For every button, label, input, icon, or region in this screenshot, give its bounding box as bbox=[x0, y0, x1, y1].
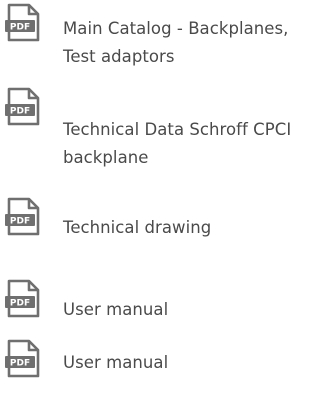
document-download-list: PDF Main Catalog - Backplanes, Test adap… bbox=[0, 0, 321, 396]
pdf-file-icon: PDF bbox=[5, 279, 40, 318]
document-link-user-manual-1[interactable]: PDF User manual bbox=[0, 278, 321, 334]
pdf-icon-text: PDF bbox=[10, 107, 30, 117]
document-link-main-catalog[interactable]: PDF Main Catalog - Backplanes, Test adap… bbox=[0, 0, 321, 84]
pdf-icon-text: PDF bbox=[10, 299, 30, 309]
pdf-file-icon: PDF bbox=[5, 87, 40, 126]
pdf-icon-text: PDF bbox=[10, 23, 30, 33]
document-label: Technical drawing bbox=[63, 218, 212, 237]
document-label: User manual bbox=[63, 300, 169, 319]
document-label: Main Catalog - Backplanes, Test adaptors bbox=[63, 19, 289, 66]
pdf-file-icon: PDF bbox=[5, 197, 40, 236]
pdf-icon-text: PDF bbox=[10, 359, 30, 369]
pdf-file-icon: PDF bbox=[5, 339, 40, 378]
document-label: Technical Data Schroff CPCI backplane bbox=[63, 120, 292, 167]
pdf-icon-text: PDF bbox=[10, 217, 30, 227]
pdf-file-icon: PDF bbox=[5, 3, 40, 42]
document-link-user-manual-2[interactable]: PDF User manual bbox=[0, 336, 321, 394]
document-link-technical-data[interactable]: PDF Technical Data Schroff CPCI backplan… bbox=[0, 84, 321, 176]
document-link-technical-drawing[interactable]: PDF Technical drawing bbox=[0, 196, 321, 256]
document-label: User manual bbox=[63, 353, 169, 372]
